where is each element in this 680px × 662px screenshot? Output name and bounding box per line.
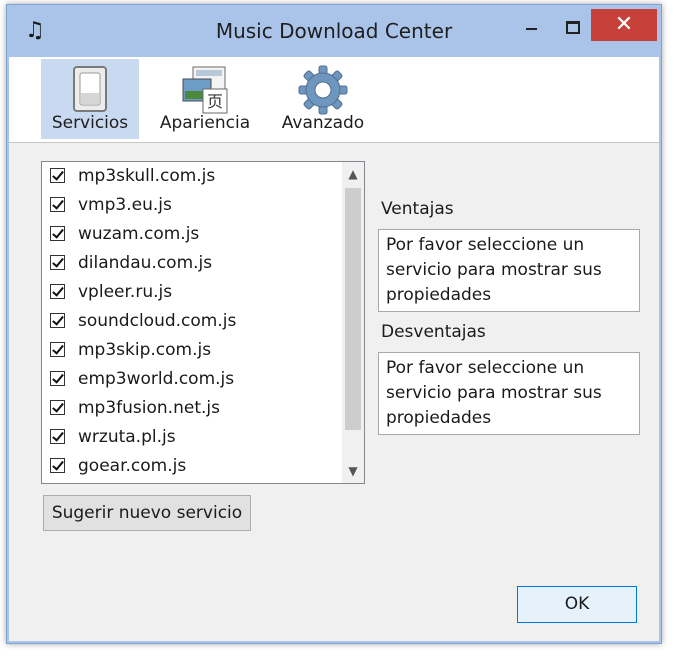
scrollbar-thumb[interactable] (345, 188, 361, 430)
tab-label: Avanzado (281, 113, 365, 133)
list-item[interactable]: vpleer.ru.js (48, 279, 338, 306)
service-label: mp3fusion.net.js (78, 398, 220, 418)
svg-text:页: 页 (207, 92, 223, 111)
checkbox[interactable] (50, 168, 65, 183)
list-item[interactable]: mp3skip.com.js (48, 337, 338, 364)
checkbox[interactable] (50, 284, 65, 299)
list-item[interactable]: soundcloud.com.js (48, 308, 338, 335)
tab-apariencia[interactable]: 页 Apariencia (153, 59, 257, 139)
service-label: wuzam.com.js (78, 224, 200, 244)
checkbox[interactable] (50, 342, 65, 357)
main-window: ♫ Music Download Center ✕ Servicios 页 Ap (6, 4, 662, 644)
service-label: wrzuta.pl.js (78, 427, 176, 447)
service-label: soundcloud.com.js (78, 311, 237, 331)
list-item[interactable]: mp3fusion.net.js (48, 395, 338, 422)
gear-icon (298, 65, 348, 115)
advantages-label: Ventajas (381, 199, 454, 219)
list-item[interactable]: dilandau.com.js (48, 250, 338, 277)
checkbox[interactable] (50, 197, 65, 212)
disadvantages-box: Por favor seleccione un servicio para mo… (378, 352, 640, 435)
checkbox[interactable] (50, 313, 65, 328)
content-panel: mp3skull.com.js vmp3.eu.js wuzam.com.js … (9, 143, 659, 641)
checkbox[interactable] (50, 255, 65, 270)
chevron-up-icon[interactable]: ▲ (342, 162, 364, 186)
checkbox[interactable] (50, 371, 65, 386)
service-label: mp3skip.com.js (78, 340, 212, 360)
tab-label: Servicios (51, 113, 129, 133)
service-label: goear.com.js (78, 456, 187, 476)
checkbox[interactable] (50, 429, 65, 444)
toolbar: Servicios 页 Apariencia Avanzado (9, 57, 659, 143)
chevron-down-icon[interactable]: ▼ (342, 459, 364, 483)
services-list[interactable]: mp3skull.com.js vmp3.eu.js wuzam.com.js … (41, 161, 365, 484)
ok-button[interactable]: OK (517, 586, 637, 623)
checkbox[interactable] (50, 458, 65, 473)
maximize-button[interactable] (553, 9, 591, 41)
service-label: mp3skull.com.js (78, 166, 216, 186)
service-label: dilandau.com.js (78, 253, 213, 273)
image-text-icon: 页 (182, 66, 228, 114)
tab-servicios[interactable]: Servicios (41, 59, 139, 139)
close-button[interactable]: ✕ (591, 9, 657, 41)
advantages-box: Por favor seleccione un servicio para mo… (378, 229, 640, 312)
list-item[interactable]: wuzam.com.js (48, 221, 338, 248)
title-bar: ♫ Music Download Center ✕ (7, 5, 661, 57)
suggest-service-button[interactable]: Sugerir nuevo servicio (43, 495, 251, 531)
tab-avanzado[interactable]: Avanzado (271, 59, 375, 139)
checkbox[interactable] (50, 226, 65, 241)
checkbox[interactable] (50, 400, 65, 415)
tab-label: Apariencia (159, 113, 251, 133)
service-label: emp3world.com.js (78, 369, 235, 389)
minimize-button[interactable] (512, 9, 550, 41)
toggle-switch-icon (73, 66, 107, 112)
service-label: vmp3.eu.js (78, 195, 172, 215)
service-label: vpleer.ru.js (78, 282, 173, 302)
list-item[interactable]: emp3world.com.js (48, 366, 338, 393)
list-item[interactable]: vmp3.eu.js (48, 192, 338, 219)
disadvantages-label: Desventajas (381, 322, 486, 342)
list-item[interactable]: mp3skull.com.js (48, 163, 338, 190)
list-item[interactable]: wrzuta.pl.js (48, 424, 338, 451)
list-item[interactable]: goear.com.js (48, 453, 338, 480)
vertical-scrollbar[interactable]: ▲ ▼ (342, 162, 364, 483)
